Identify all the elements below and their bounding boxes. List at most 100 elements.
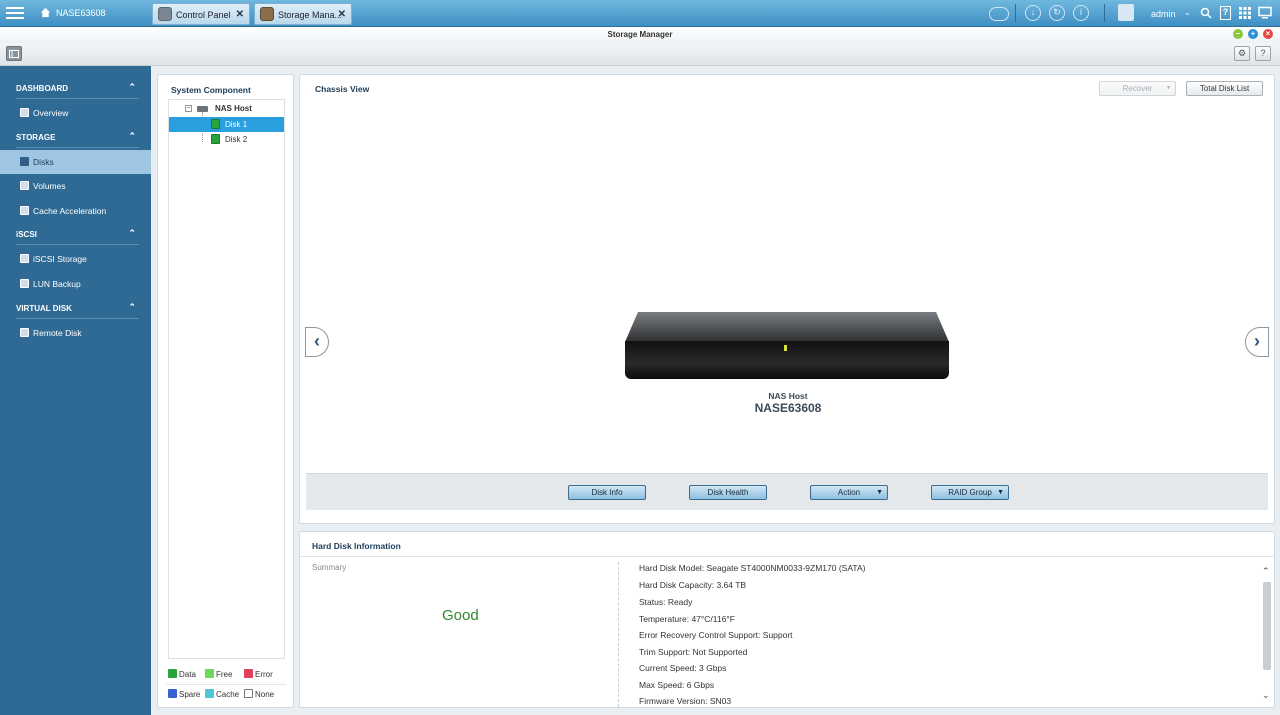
overview-icon [20, 108, 29, 117]
section-dashboard[interactable]: DASHBOARD ⌃ [16, 79, 139, 99]
sidebar-item-disks[interactable]: Disks [0, 150, 151, 174]
sidebar-item-overview[interactable]: Overview [0, 101, 151, 125]
chevron-down-icon[interactable]: ⌄ [1184, 8, 1191, 17]
raid-group-dropdown[interactable]: RAID Group ▼ [931, 485, 1009, 500]
divider [300, 556, 1274, 557]
info-line-status: Status: Ready [639, 597, 693, 607]
toggle-sidebar-button[interactable] [6, 46, 22, 61]
recover-dropdown[interactable]: Recover ▾ [1099, 81, 1176, 96]
disk-action-bar: Disk Info Disk Health Action ▼ RAID Grou… [306, 473, 1268, 510]
close-icon[interactable]: ✕ [236, 9, 244, 20]
apps-grid-icon[interactable] [1239, 7, 1251, 19]
info-scrollbar[interactable]: ⌃ ⌄ [1262, 566, 1272, 706]
tab-storage-manager[interactable]: Storage Mana... ✕ [254, 3, 352, 25]
free-disk-icon [205, 669, 214, 678]
disk-info-button[interactable]: Disk Info [568, 485, 646, 500]
section-storage[interactable]: STORAGE ⌃ [16, 128, 139, 148]
info-line-current-speed: Current Speed: 3 Gbps [639, 663, 727, 673]
section-virtual-disk[interactable]: VIRTUAL DISK ⌃ [16, 299, 139, 319]
download-icon[interactable]: ↓ [1025, 5, 1041, 21]
tree-node-disk-2[interactable]: Disk 2 [169, 132, 284, 147]
volume-icon [20, 181, 29, 190]
app-toolbar: ⚙ ? [0, 43, 1280, 66]
next-arrow-button[interactable]: › [1245, 327, 1269, 357]
toolbar-divider [1015, 4, 1016, 22]
gear-icon: ⚙ [1237, 48, 1247, 58]
sidebar-item-iscsi-storage[interactable]: iSCSI Storage [0, 247, 151, 271]
chevron-up-icon[interactable]: ⌃ [128, 228, 136, 239]
sidebar-item-remote-disk[interactable]: Remote Disk [0, 321, 151, 345]
maximize-button[interactable]: + [1248, 29, 1258, 39]
total-disk-list-button[interactable]: Total Disk List [1186, 81, 1263, 96]
info-line-model: Hard Disk Model: Seagate ST4000NM0033-9Z… [639, 563, 866, 573]
caret-down-icon: ▼ [876, 489, 883, 496]
scroll-thumb[interactable] [1263, 582, 1271, 670]
legend-free: Free [205, 669, 232, 679]
hard-disk-information-panel: Hard Disk Information Summary Good Hard … [299, 531, 1275, 708]
question-icon: ? [1260, 48, 1266, 58]
action-dropdown[interactable]: Action ▼ [810, 485, 888, 500]
divider [618, 562, 619, 707]
legend-error: Error [244, 669, 273, 679]
help-button[interactable]: ? [1255, 46, 1271, 61]
sidebar-item-label: Disks [33, 157, 54, 167]
health-status: Good [442, 607, 479, 624]
storage-manager-icon [260, 7, 274, 21]
cache-icon [20, 206, 29, 215]
chassis-view-panel: Chassis View Recover ▾ Total Disk List ‹… [299, 74, 1275, 524]
disk-icon [211, 119, 220, 129]
sidebar-item-label: LUN Backup [33, 279, 81, 289]
user-name[interactable]: admin [1151, 9, 1176, 19]
tree-node-disk-1[interactable]: Disk 1 [169, 117, 284, 132]
sidebar-item-volumes[interactable]: Volumes [0, 174, 151, 198]
chevron-right-icon: › [1254, 331, 1260, 351]
info-icon[interactable]: i [1073, 5, 1089, 21]
settings-gear-button[interactable]: ⚙ [1234, 46, 1250, 61]
component-tree: − NAS Host Disk 1 Disk 2 [168, 99, 285, 659]
scroll-down-icon[interactable]: ⌄ [1262, 690, 1270, 701]
caret-down-icon: ▼ [997, 489, 1004, 496]
tree-node-nas-host[interactable]: − NAS Host [169, 101, 284, 116]
sidebar: DASHBOARD ⌃ Overview STORAGE ⌃ Disks Vol… [0, 66, 151, 715]
panel-title: Hard Disk Information [312, 541, 401, 551]
home-icon [40, 7, 51, 18]
section-label: iSCSI [16, 230, 37, 239]
scroll-up-icon[interactable]: ⌃ [1262, 566, 1270, 577]
top-bar: NASE63608 Control Panel ✕ Storage Mana..… [0, 0, 1280, 27]
tab-control-panel[interactable]: Control Panel ✕ [152, 3, 250, 25]
chevron-up-icon[interactable]: ⌃ [128, 82, 136, 93]
previous-arrow-button[interactable]: ‹ [305, 327, 329, 357]
sidebar-item-lun-backup[interactable]: LUN Backup [0, 272, 151, 296]
status-led [784, 345, 787, 351]
data-disk-icon [168, 669, 177, 678]
close-icon[interactable]: ✕ [338, 9, 346, 20]
collapse-icon[interactable]: − [185, 105, 192, 112]
disk-health-button[interactable]: Disk Health [689, 485, 767, 500]
panel-title: Chassis View [315, 84, 370, 94]
sidebar-item-cache-acceleration[interactable]: Cache Acceleration [0, 199, 151, 223]
help-icon[interactable]: ? [1220, 6, 1231, 20]
cloud-icon[interactable] [989, 7, 1009, 21]
info-line-trim-support: Trim Support: Not Supported [639, 647, 748, 657]
info-line-max-speed: Max Speed: 6 Gbps [639, 680, 715, 690]
section-label: STORAGE [16, 133, 56, 142]
sync-icon[interactable]: ↻ [1049, 5, 1065, 21]
user-icon[interactable] [1118, 4, 1134, 21]
lun-backup-icon [20, 279, 29, 288]
device-name: NASE63608 [754, 401, 822, 415]
minimize-button[interactable]: – [1233, 29, 1243, 39]
iscsi-storage-icon [20, 254, 29, 263]
main-menu-button[interactable] [6, 5, 24, 21]
chevron-up-icon[interactable]: ⌃ [128, 302, 136, 313]
spare-disk-icon [168, 689, 177, 698]
search-icon[interactable] [1200, 7, 1212, 19]
section-iscsi[interactable]: iSCSI ⌃ [16, 225, 139, 245]
chevron-up-icon[interactable]: ⌃ [128, 131, 136, 142]
info-line-erc-support: Error Recovery Control Support: Support [639, 630, 793, 640]
cache-disk-icon [205, 689, 214, 698]
close-window-button[interactable]: × [1263, 29, 1273, 39]
legend-spare: Spare [168, 689, 200, 699]
tree-node-label: Disk 2 [225, 135, 248, 144]
monitor-icon[interactable] [1258, 6, 1272, 20]
host-home-tab[interactable]: NASE63608 [30, 2, 148, 25]
